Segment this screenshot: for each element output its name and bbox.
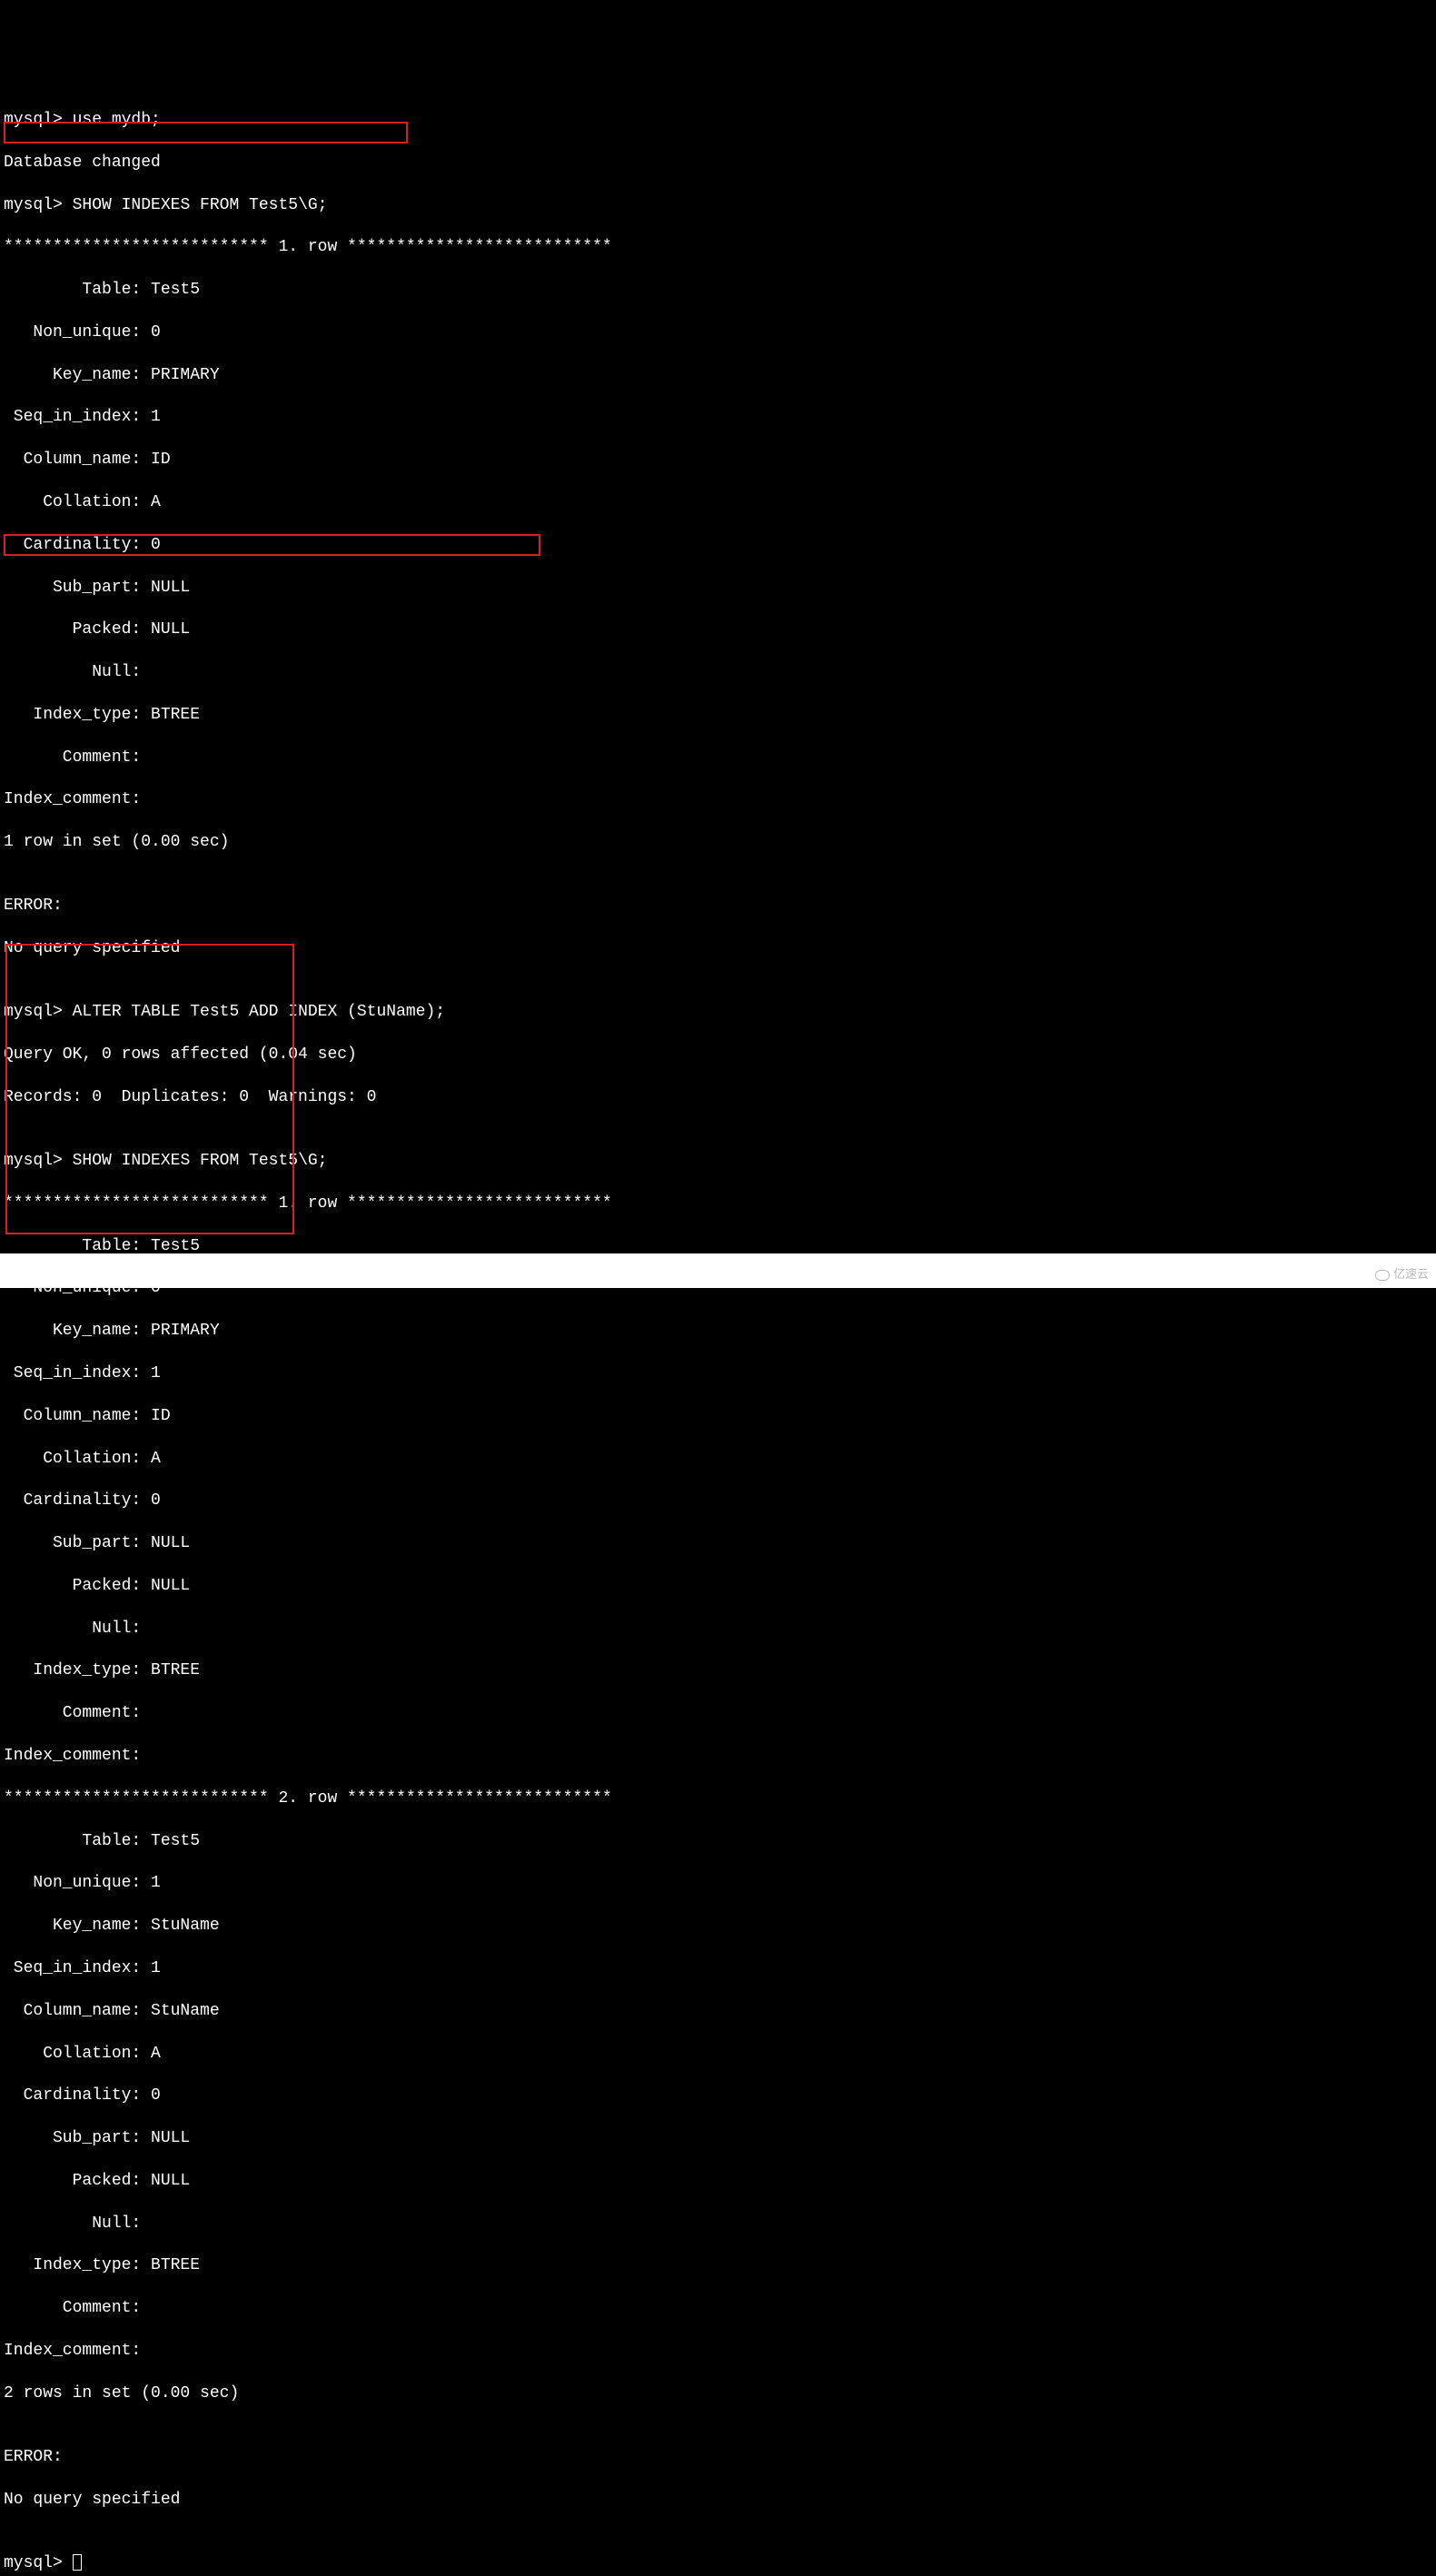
- prompt: mysql>: [4, 196, 73, 214]
- cmd-use-db: use mydb;: [73, 111, 161, 129]
- prompt-line: mysql> use mydb;: [4, 110, 1432, 131]
- field-key-name: Key_name: PRIMARY: [4, 1321, 1432, 1342]
- cmd-alter-table: ALTER TABLE Test5 ADD INDEX (StuName);: [73, 1003, 445, 1021]
- field-index-type: Index_type: BTREE: [4, 1660, 1432, 1681]
- field-sub-part: Sub_part: NULL: [4, 1533, 1432, 1554]
- prompt-line: mysql> ALTER TABLE Test5 ADD INDEX (StuN…: [4, 1002, 1432, 1023]
- field-index-type: Index_type: BTREE: [4, 2255, 1432, 2276]
- field-column-name: Column_name: ID: [4, 1406, 1432, 1427]
- cmd-show-indexes: SHOW INDEXES FROM Test5\G;: [73, 196, 328, 214]
- field-packed: Packed: NULL: [4, 2171, 1432, 2192]
- field-index-comment: Index_comment:: [4, 2341, 1432, 2362]
- db-changed: Database changed: [4, 153, 1432, 173]
- field-table: Table: Test5: [4, 1236, 1432, 1257]
- field-key-name: Key_name: PRIMARY: [4, 365, 1432, 386]
- field-column-name: Column_name: ID: [4, 450, 1432, 471]
- prompt: mysql>: [4, 1003, 73, 1021]
- field-collation: Collation: A: [4, 1449, 1432, 1470]
- no-query-specified: No query specified: [4, 2490, 1432, 2511]
- field-cardinality: Cardinality: 0: [4, 2086, 1432, 2106]
- field-seq-in-index: Seq_in_index: 1: [4, 1363, 1432, 1384]
- field-collation: Collation: A: [4, 492, 1432, 513]
- row-separator: *************************** 1. row *****…: [4, 1194, 1432, 1214]
- field-comment: Comment:: [4, 1703, 1432, 1724]
- field-table: Table: Test5: [4, 1831, 1432, 1852]
- prompt: mysql>: [4, 111, 73, 129]
- watermark-text: 亿速云: [1393, 1267, 1429, 1283]
- field-null: Null:: [4, 2214, 1432, 2234]
- field-column-name: Column_name: StuName: [4, 2001, 1432, 2022]
- cursor-icon: [73, 2554, 82, 2571]
- field-index-type: Index_type: BTREE: [4, 705, 1432, 726]
- field-key-name: Key_name: StuName: [4, 1916, 1432, 1937]
- field-null: Null:: [4, 662, 1432, 683]
- rows-in-set: 1 row in set (0.00 sec): [4, 832, 1432, 853]
- field-collation: Collation: A: [4, 2044, 1432, 2065]
- field-null: Null:: [4, 1619, 1432, 1640]
- field-packed: Packed: NULL: [4, 1576, 1432, 1597]
- field-comment: Comment:: [4, 2298, 1432, 2319]
- field-seq-in-index: Seq_in_index: 1: [4, 1958, 1432, 1979]
- cmd-show-indexes: SHOW INDEXES FROM Test5\G;: [73, 1152, 328, 1170]
- rows-in-set: 2 rows in set (0.00 sec): [4, 2383, 1432, 2404]
- field-packed: Packed: NULL: [4, 619, 1432, 640]
- prompt-line: mysql> SHOW INDEXES FROM Test5\G;: [4, 1151, 1432, 1172]
- field-non-unique: Non_unique: 0: [4, 322, 1432, 343]
- field-non-unique: Non_unique: 0: [4, 1278, 1432, 1299]
- watermark-logo-icon: [1375, 1270, 1390, 1281]
- field-index-comment: Index_comment:: [4, 789, 1432, 810]
- error-label: ERROR:: [4, 896, 1432, 916]
- row-separator: *************************** 1. row *****…: [4, 237, 1432, 258]
- field-index-comment: Index_comment:: [4, 1746, 1432, 1767]
- prompt: mysql>: [4, 2554, 73, 2572]
- error-label: ERROR:: [4, 2447, 1432, 2468]
- terminal-output[interactable]: mysql> use mydb; Database changed mysql>…: [4, 89, 1432, 2576]
- query-ok: Query OK, 0 rows affected (0.04 sec): [4, 1045, 1432, 1065]
- field-seq-in-index: Seq_in_index: 1: [4, 407, 1432, 428]
- field-cardinality: Cardinality: 0: [4, 1491, 1432, 1511]
- prompt-line: mysql> SHOW INDEXES FROM Test5\G;: [4, 195, 1432, 216]
- field-sub-part: Sub_part: NULL: [4, 2128, 1432, 2149]
- field-non-unique: Non_unique: 1: [4, 1873, 1432, 1894]
- no-query-specified: No query specified: [4, 938, 1432, 959]
- prompt: mysql>: [4, 1152, 73, 1170]
- prompt-line: mysql>: [4, 2553, 1432, 2574]
- records-summary: Records: 0 Duplicates: 0 Warnings: 0: [4, 1087, 1432, 1108]
- field-table: Table: Test5: [4, 280, 1432, 301]
- row-separator: *************************** 2. row *****…: [4, 1788, 1432, 1809]
- field-comment: Comment:: [4, 748, 1432, 768]
- watermark: 亿速云: [1375, 1267, 1429, 1283]
- field-cardinality: Cardinality: 0: [4, 535, 1432, 556]
- field-sub-part: Sub_part: NULL: [4, 578, 1432, 599]
